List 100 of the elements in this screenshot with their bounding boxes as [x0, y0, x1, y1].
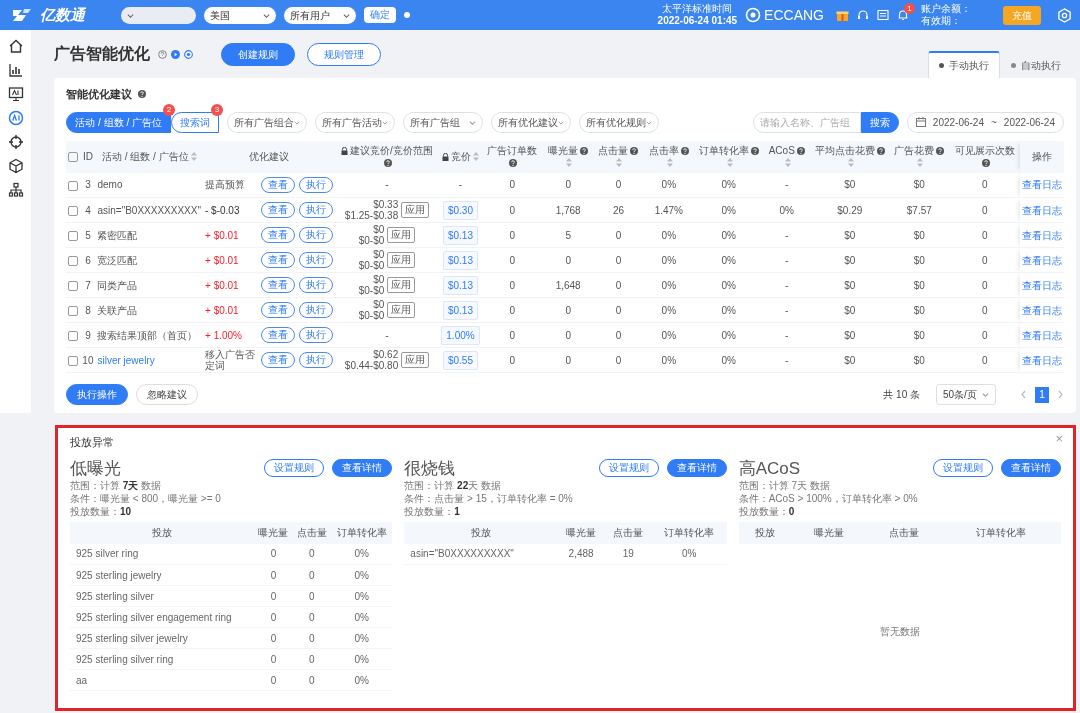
filter-select[interactable]: 所有用户 — [284, 6, 356, 24]
settings-icon[interactable] — [1057, 7, 1072, 23]
page-button[interactable]: 1 — [1035, 386, 1049, 403]
row-checkbox[interactable] — [68, 330, 79, 341]
apply-button[interactable]: 应用 — [401, 351, 429, 368]
bid-field[interactable]: 1.00% — [441, 325, 480, 345]
row-action-button[interactable]: 执行 — [298, 277, 333, 293]
row-checkbox[interactable] — [68, 205, 79, 216]
row-action-button[interactable]: 查看 — [260, 277, 295, 293]
group-action-button[interactable]: 设置规则 — [933, 458, 993, 477]
view-log-link[interactable]: 查看日志 — [1021, 204, 1062, 216]
apply-button[interactable]: 应用 — [387, 251, 416, 268]
group-action-button[interactable]: 查看详情 — [1001, 458, 1061, 477]
bid-range: $1.25-$0.38 — [344, 210, 399, 221]
page-size-select[interactable]: 50条/页 — [936, 384, 996, 405]
row-checkbox[interactable] — [68, 355, 79, 366]
column-header: 点击量 — [598, 144, 629, 156]
row-action-button[interactable]: 执行 — [298, 327, 333, 343]
row-checkbox[interactable] — [68, 280, 79, 291]
select-all-checkbox[interactable] — [68, 151, 79, 162]
table-cell: 0% — [682, 548, 697, 560]
table-cell: asin="B0XXXXXXXXX" — [410, 548, 514, 560]
group-action-button[interactable]: 查看详情 — [666, 458, 727, 477]
bid-field[interactable]: $0.13 — [442, 225, 478, 245]
view-log-link[interactable]: 查看日志 — [1021, 354, 1062, 366]
view-log-link[interactable]: 查看日志 — [1021, 254, 1062, 266]
bar-chart-icon[interactable] — [7, 62, 24, 78]
row-action-button[interactable]: 执行 — [298, 252, 333, 268]
group-action-button[interactable]: 查看详情 — [332, 458, 393, 477]
search-button[interactable]: 搜索 — [860, 111, 899, 133]
headset-icon[interactable] — [857, 9, 869, 21]
close-button[interactable]: × — [1055, 432, 1063, 446]
page-action-button[interactable]: 创建规则 — [221, 42, 296, 66]
bid-field[interactable]: $0.13 — [442, 250, 478, 270]
page-title: 广告智能优化 — [54, 44, 151, 64]
level-tab[interactable]: 活动 / 组数 / 广告位 — [66, 111, 171, 133]
bid-field[interactable]: $0.30 — [442, 200, 478, 220]
row-action-button[interactable]: 执行 — [298, 202, 333, 218]
search-field[interactable]: 请输入名称、广告组 — [752, 111, 861, 133]
message-icon[interactable] — [877, 9, 889, 21]
store-select[interactable] — [121, 6, 196, 24]
suggestion-text: + $0.01 — [205, 254, 239, 266]
row-checkbox[interactable] — [68, 255, 79, 266]
column-header: 优化建议 — [248, 150, 289, 162]
row-action-button[interactable]: 查看 — [260, 352, 295, 368]
table-cell: 6 — [80, 247, 96, 273]
bid-field[interactable]: $0.13 — [442, 300, 478, 320]
table-cell: 0 — [270, 590, 277, 602]
view-log-link[interactable]: 查看日志 — [1021, 229, 1062, 241]
row-checkbox[interactable] — [68, 180, 79, 191]
hierarchy-icon[interactable] — [7, 182, 24, 198]
confirm-button[interactable]: 确定 — [364, 7, 396, 23]
view-log-link[interactable]: 查看日志 — [1021, 279, 1062, 291]
page-action-button[interactable]: 规则管理 — [307, 42, 382, 66]
help-icon[interactable] — [158, 49, 168, 59]
target-link[interactable]: silver jewelry — [97, 354, 155, 366]
filter-select[interactable]: 美国 — [204, 6, 276, 24]
circle-badge-icon[interactable] — [7, 110, 24, 126]
bid-field[interactable]: $0.55 — [442, 350, 478, 370]
bulk-action-button[interactable]: 忽略建议 — [136, 384, 199, 405]
row-action-button[interactable]: 执行 — [298, 352, 333, 368]
crosshair-icon[interactable] — [7, 134, 24, 150]
level-tab[interactable]: 搜索词 — [171, 111, 219, 133]
play-icon[interactable] — [171, 49, 181, 59]
apply-button[interactable]: 应用 — [401, 201, 429, 218]
row-action-button[interactable]: 查看 — [260, 202, 295, 218]
group-action-button[interactable]: 设置规则 — [598, 458, 659, 477]
table-cell: 0 — [542, 347, 594, 373]
bulk-action-button[interactable]: 执行操作 — [66, 384, 129, 405]
row-action-button[interactable]: 执行 — [298, 302, 333, 318]
monitor-icon[interactable] — [7, 86, 24, 102]
row-action-button[interactable]: 查看 — [260, 252, 295, 268]
view-log-link[interactable]: 查看日志 — [1021, 179, 1062, 191]
home-icon[interactable] — [7, 38, 24, 54]
cube-icon[interactable] — [7, 158, 24, 174]
row-action-button[interactable]: 查看 — [260, 176, 295, 193]
mode-tab[interactable]: 手动执行 — [928, 51, 1000, 78]
next-page-icon[interactable] — [1057, 390, 1064, 399]
table-cell: $0 — [810, 247, 890, 273]
table-cell: 0% — [763, 197, 811, 223]
group-action-button[interactable]: 设置规则 — [264, 458, 325, 477]
apply-button[interactable]: 应用 — [387, 301, 416, 318]
apply-button[interactable]: 应用 — [387, 276, 416, 293]
suggestion-text: + $0.01 — [205, 229, 239, 241]
bid-field[interactable]: $0.13 — [442, 275, 478, 295]
row-action-button[interactable]: 查看 — [260, 302, 295, 318]
mode-tab[interactable]: 自动执行 — [1000, 51, 1072, 78]
row-action-button[interactable]: 查看 — [260, 327, 295, 343]
row-checkbox[interactable] — [68, 230, 79, 241]
previous-page-icon[interactable] — [1020, 390, 1027, 399]
column-header: 活动 / 组数 / 广告位 — [101, 150, 189, 162]
bell-icon[interactable] — [897, 9, 909, 21]
view-log-link[interactable]: 查看日志 — [1021, 329, 1062, 341]
view-log-link[interactable]: 查看日志 — [1021, 304, 1062, 316]
table-cell: 0 — [593, 322, 644, 348]
row-action-button[interactable]: 执行 — [298, 176, 333, 193]
apply-button[interactable]: 应用 — [387, 226, 416, 243]
row-checkbox[interactable] — [68, 305, 79, 316]
row-action-button[interactable]: 执行 — [298, 227, 333, 243]
row-action-button[interactable]: 查看 — [260, 227, 295, 243]
